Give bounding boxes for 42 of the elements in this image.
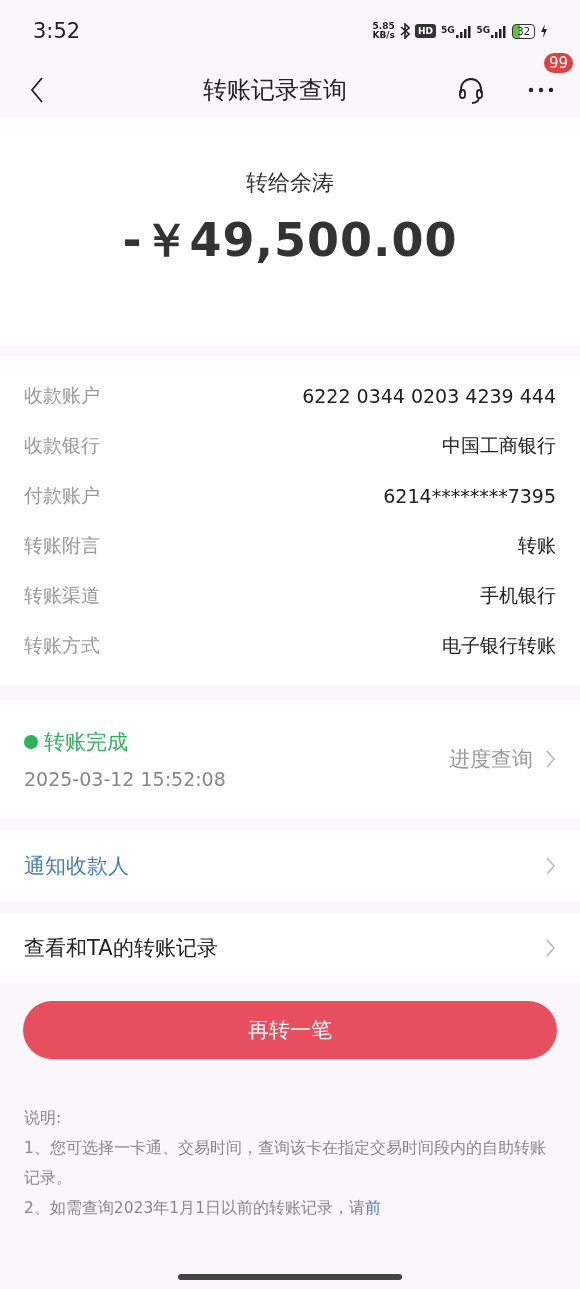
more-button[interactable] (528, 87, 554, 93)
transfer-again-button[interactable]: 再转一笔 (23, 1001, 557, 1059)
field-label: 转账附言 (24, 533, 100, 558)
hd-badge: HD (414, 24, 436, 38)
chevron-icon (545, 856, 556, 876)
notification-badge: 99 (544, 53, 574, 73)
charging-icon (540, 24, 548, 38)
field-value: 转账 (518, 533, 556, 558)
field-value: 手机银行 (480, 583, 556, 608)
note-text: 1、您可选择一卡通、交易时间，查询该卡在指定交易时间段内的自助转账记录。 (24, 1138, 547, 1189)
transfer-amount: -￥49,500.00 (122, 212, 458, 269)
field-value: 6222 0344 0203 4239 444 (302, 385, 556, 407)
field-label: 转账渠道 (24, 583, 100, 608)
note-link[interactable]: 前 (365, 1199, 382, 1217)
headset-button[interactable] (456, 75, 486, 105)
field-label: 收款账户 (24, 383, 100, 408)
back-button[interactable] (30, 77, 44, 103)
clock-time: 3:52 (33, 19, 81, 43)
field-value: 中国工商银行 (442, 433, 556, 458)
signal-icon (491, 24, 508, 38)
field-label: 转账方式 (24, 633, 100, 658)
recipient-label: 转给余涛 (246, 169, 334, 197)
signal-icon (455, 24, 472, 38)
field-value: 电子银行转账 (442, 633, 556, 658)
progress-link[interactable]: 进度查询 (449, 745, 556, 773)
field-value: 6214********7395 (383, 485, 556, 507)
page-title: 转账记录查询 (202, 75, 348, 106)
bluetooth-icon (399, 23, 410, 39)
field-label: 付款账户 (24, 483, 100, 508)
network-label: 5G (440, 24, 455, 35)
list-row[interactable]: 查看和TA的转账记录 (0, 913, 580, 983)
chevron-icon (545, 938, 556, 958)
chevron-icon (545, 749, 556, 769)
transfer-time: 2025-03-12 15:52:08 (24, 768, 226, 790)
speed-unit: KB/s (372, 31, 395, 40)
list-row[interactable]: 通知收款人 (0, 831, 580, 901)
note-text: 2、如需查询2023年1月1日以前的转账记录，请前 (24, 1198, 383, 1219)
status-text: 转账完成 (44, 729, 128, 756)
network-label: 5G (476, 24, 491, 35)
notes-title: 说明: (24, 1108, 63, 1129)
field-label: 收款银行 (24, 433, 100, 458)
network-speed: 5.85 (372, 22, 395, 31)
